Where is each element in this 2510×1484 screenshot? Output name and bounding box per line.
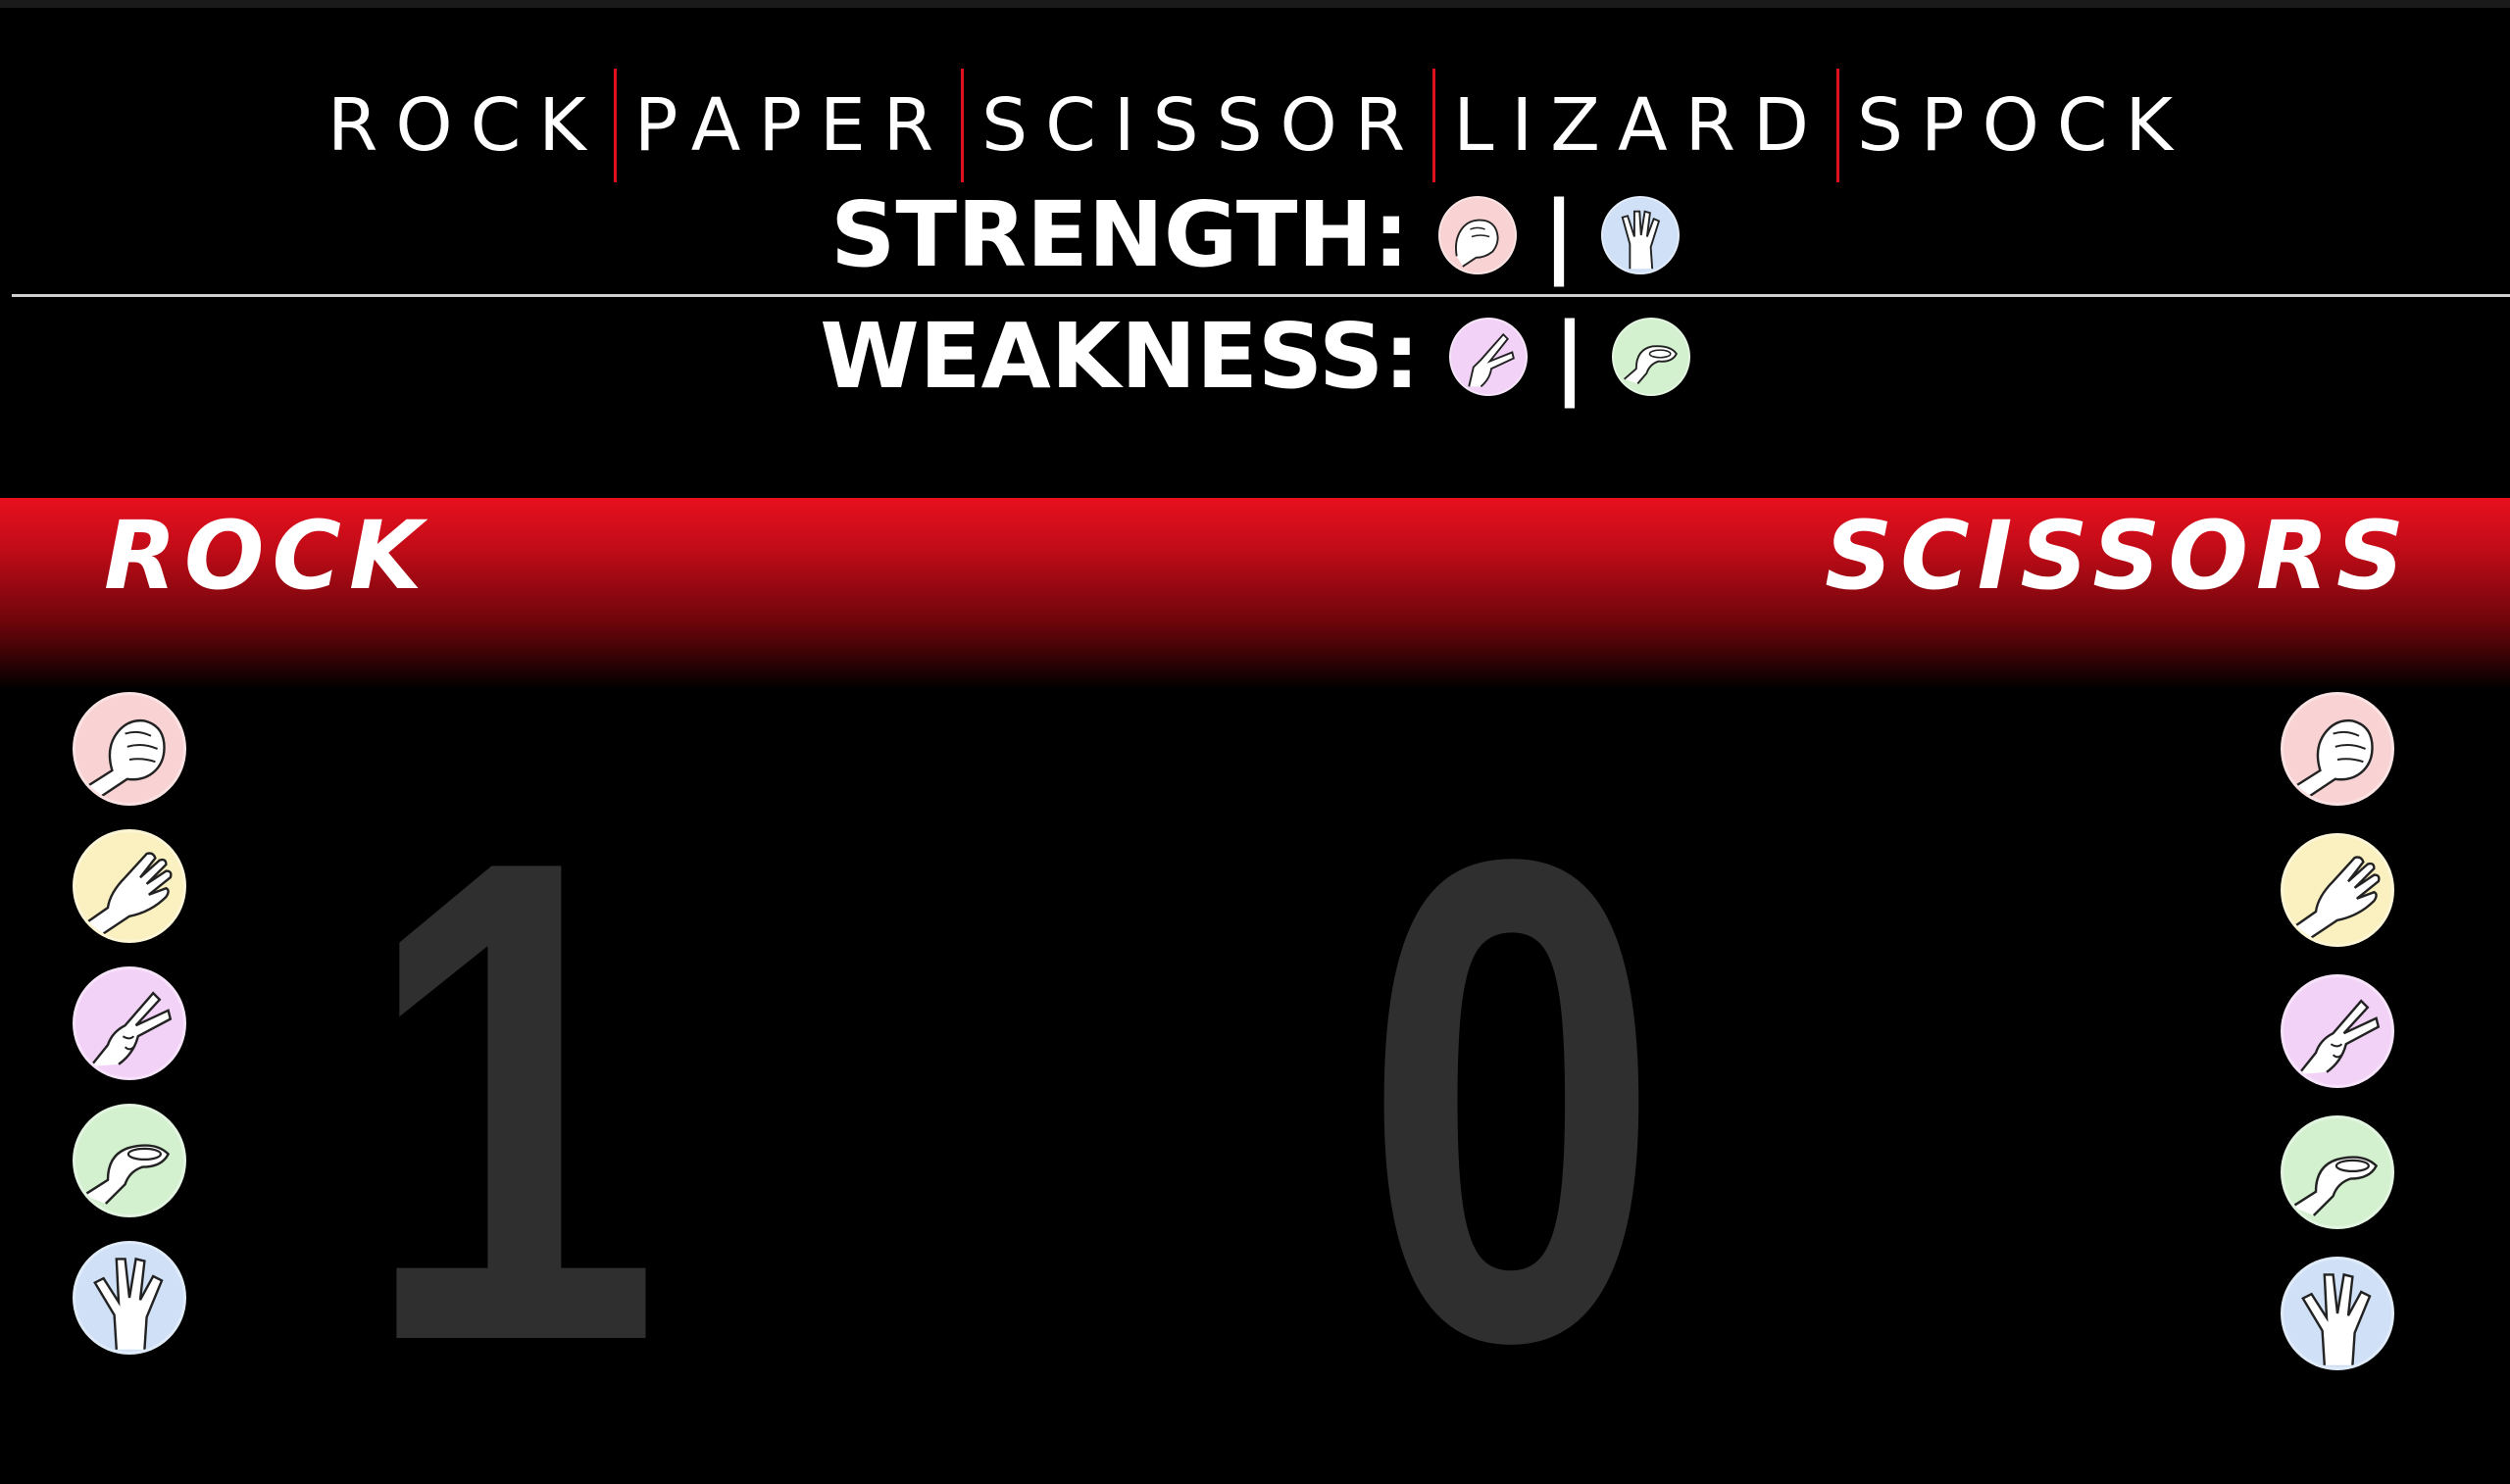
- weakness-label: WEAKNESS:: [820, 304, 1421, 409]
- title-word-rock: ROCK: [326, 83, 604, 168]
- player-left-name: ROCK: [104, 501, 430, 611]
- player-left-moves: [73, 692, 194, 1378]
- strength-row: STRENGTH: |: [0, 186, 2510, 284]
- rock-icon[interactable]: [73, 692, 186, 806]
- game-title: ROCK PAPER SCISSOR LIZARD SPOCK: [0, 69, 2510, 182]
- weakness-separator: |: [1553, 304, 1586, 409]
- spock-icon[interactable]: [73, 1241, 186, 1355]
- spock-icon[interactable]: [2281, 1257, 2394, 1370]
- lizard-icon: [1611, 318, 1690, 396]
- title-word-scissor: SCISSOR: [981, 83, 1424, 168]
- title-word-spock: SPOCK: [1856, 83, 2191, 168]
- rock-icon: [1438, 196, 1518, 274]
- strength-separator: |: [1542, 182, 1576, 287]
- player-left-score: 1: [363, 717, 661, 1484]
- player-right-moves: [2281, 692, 2402, 1398]
- title-word-paper: PAPER: [633, 83, 952, 168]
- title-word-lizard: LIZARD: [1453, 83, 1827, 168]
- scissors-icon[interactable]: [2281, 974, 2394, 1088]
- scissors-icon[interactable]: [73, 966, 186, 1080]
- paper-icon[interactable]: [73, 829, 186, 943]
- weakness-row: WEAKNESS: |: [0, 308, 2510, 406]
- lizard-icon[interactable]: [2281, 1115, 2394, 1229]
- top-edge: [0, 0, 2510, 8]
- paper-icon[interactable]: [2281, 833, 2394, 947]
- section-divider: [12, 294, 2510, 297]
- rock-icon[interactable]: [2281, 692, 2394, 806]
- spock-icon: [1600, 196, 1680, 274]
- player-right-score: 0: [1363, 717, 1661, 1484]
- scissors-icon: [1449, 318, 1529, 396]
- player-right-name: SCISSORS: [1825, 501, 2412, 611]
- strength-label: STRENGTH:: [830, 182, 1410, 287]
- lizard-icon[interactable]: [73, 1104, 186, 1217]
